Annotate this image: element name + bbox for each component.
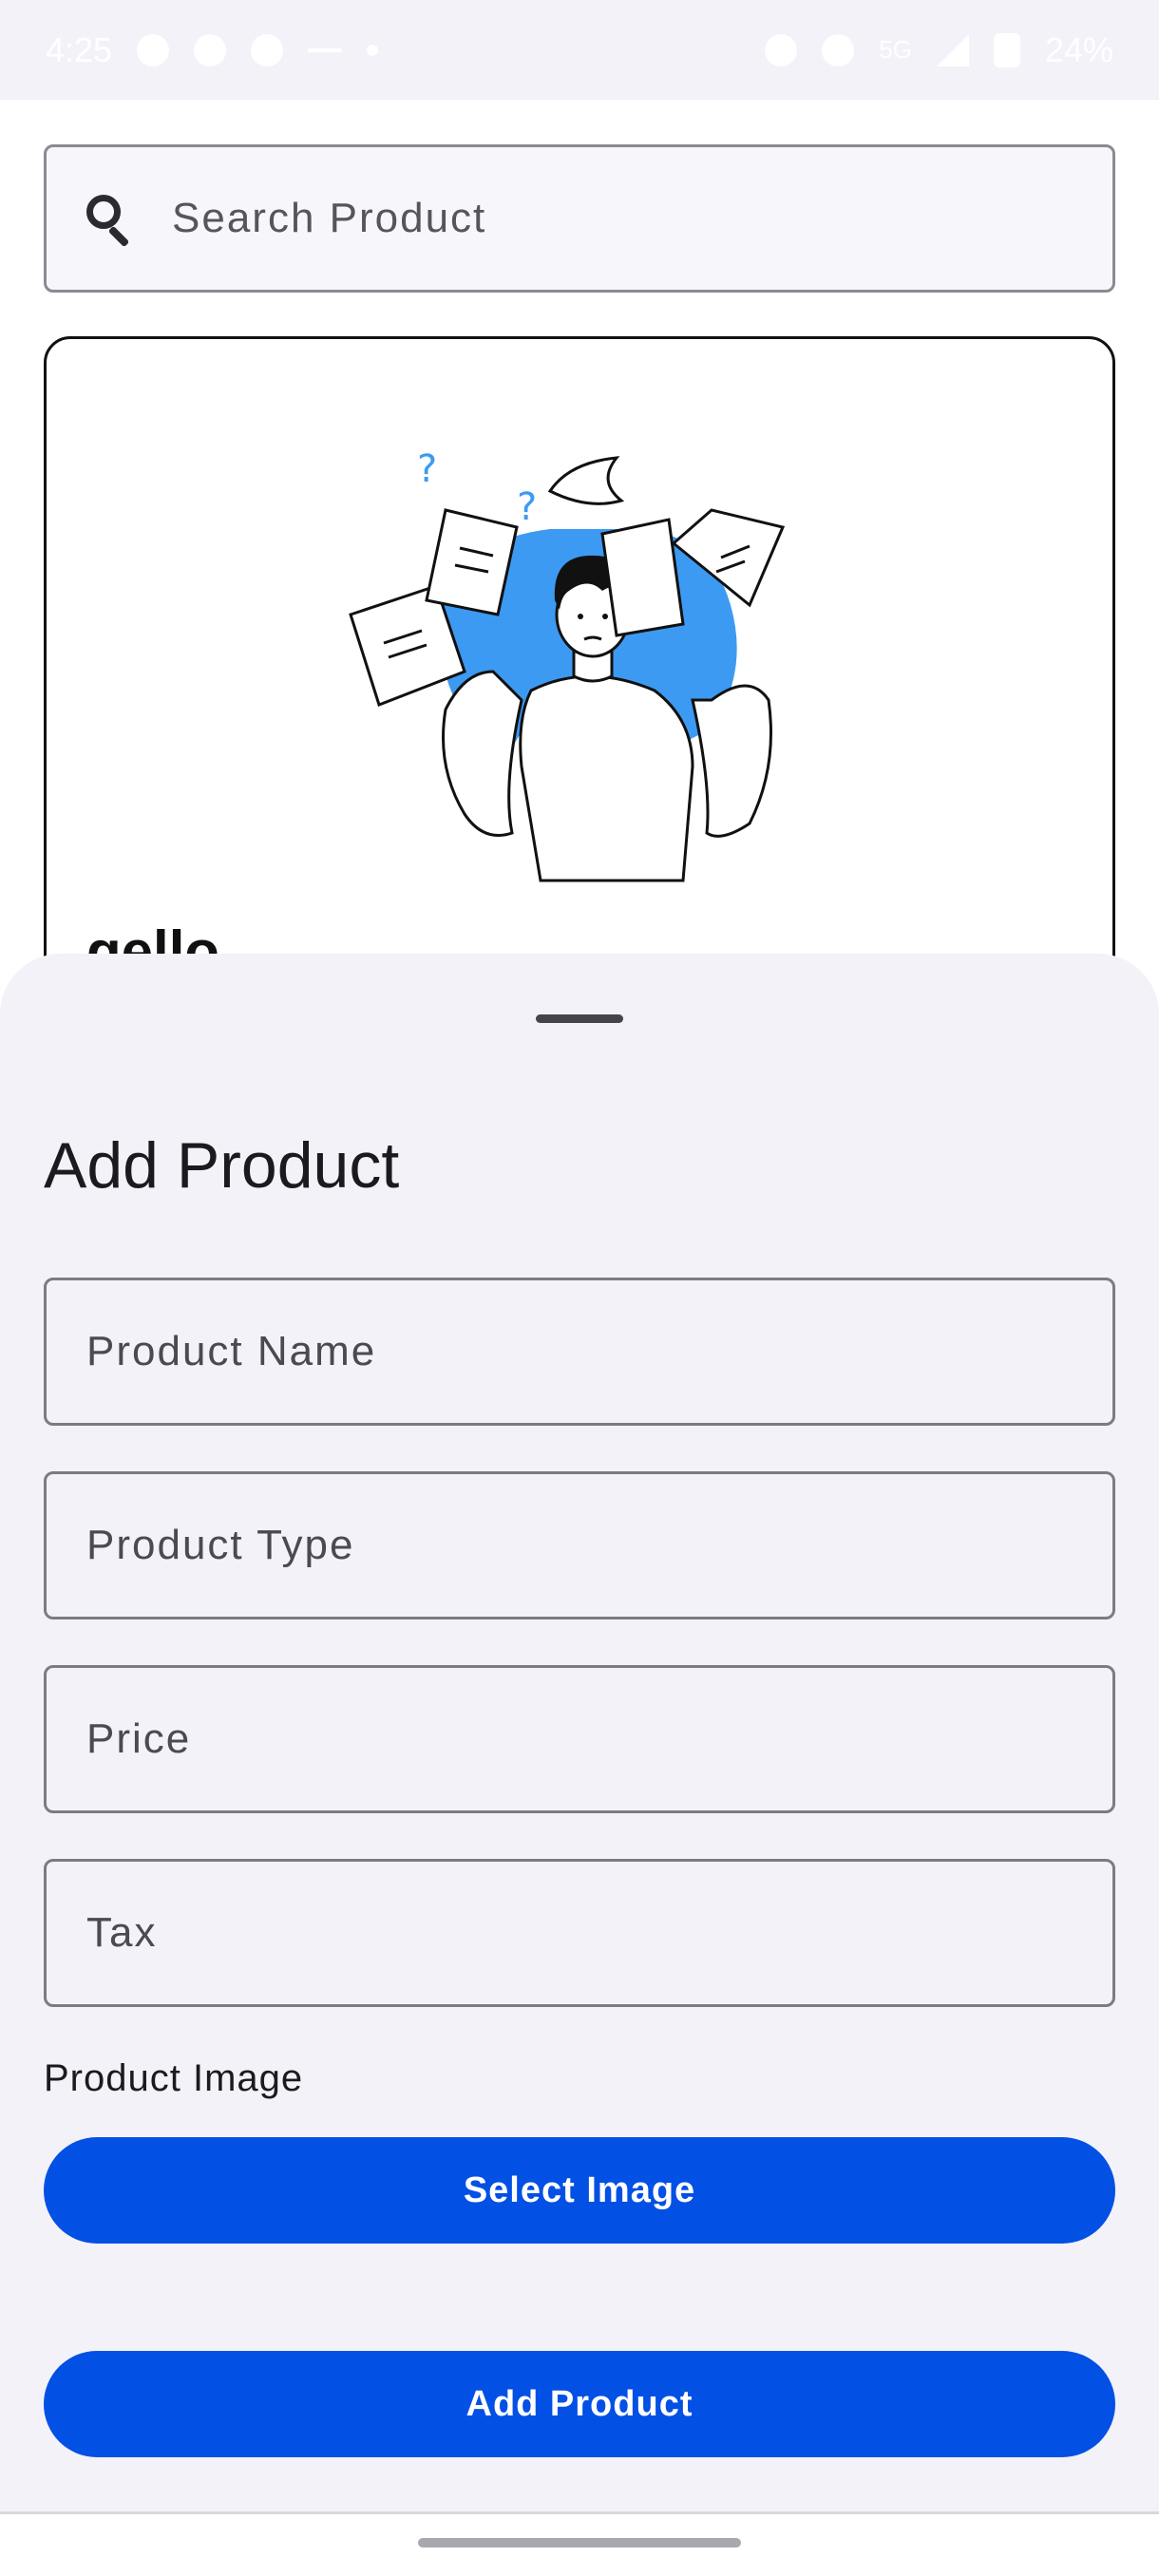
price-field[interactable] [44, 1665, 1115, 1813]
signal-icon [936, 33, 969, 66]
snapchat-icon [137, 33, 170, 66]
vibrate-off-icon [822, 33, 855, 66]
search-bar[interactable] [44, 144, 1115, 293]
home-indicator[interactable] [418, 2538, 741, 2548]
bottom-divider [0, 2511, 1159, 2514]
svg-text:?: ? [517, 485, 537, 529]
product-name-input[interactable] [86, 1328, 1074, 1375]
telegram-icon [194, 33, 227, 66]
screen: 4:25 5G 24% Search Product ? ? gello Add… [0, 0, 1159, 2576]
network-type: 5G [879, 35, 912, 64]
sheet-title: Add Product [44, 1129, 400, 1202]
tax-input[interactable] [86, 1909, 1074, 1957]
product-image-label: Product Image [44, 2057, 304, 2099]
product-card[interactable]: ? ? gello [44, 336, 1115, 1058]
product-type-input[interactable] [86, 1522, 1074, 1569]
add-product-button[interactable]: Add Product [44, 2351, 1115, 2457]
dot-icon [367, 44, 379, 56]
tax-field[interactable] [44, 1859, 1115, 2007]
status-bar: 4:25 5G 24% [0, 0, 1159, 100]
product-name-field[interactable] [44, 1278, 1115, 1426]
status-time: 4:25 [46, 29, 113, 69]
svg-text:?: ? [417, 447, 437, 491]
add-product-sheet: Add Product Product Image Select Image A… [0, 954, 1159, 2511]
search-input[interactable] [172, 195, 1027, 242]
status-left: 4:25 [46, 29, 379, 70]
location-icon [251, 33, 284, 66]
select-image-button[interactable]: Select Image [44, 2137, 1115, 2244]
battery-icon [993, 32, 1020, 67]
status-right: 5G 24% [765, 30, 1113, 70]
drag-handle[interactable] [536, 1014, 623, 1023]
price-input[interactable] [86, 1715, 1074, 1763]
product-type-field[interactable] [44, 1471, 1115, 1619]
battery-level: 24% [1044, 29, 1113, 69]
alarm-icon [765, 33, 798, 66]
confused-person-illustration: ? ? [349, 447, 786, 882]
minus-icon [308, 47, 343, 52]
search-icon [83, 191, 138, 248]
